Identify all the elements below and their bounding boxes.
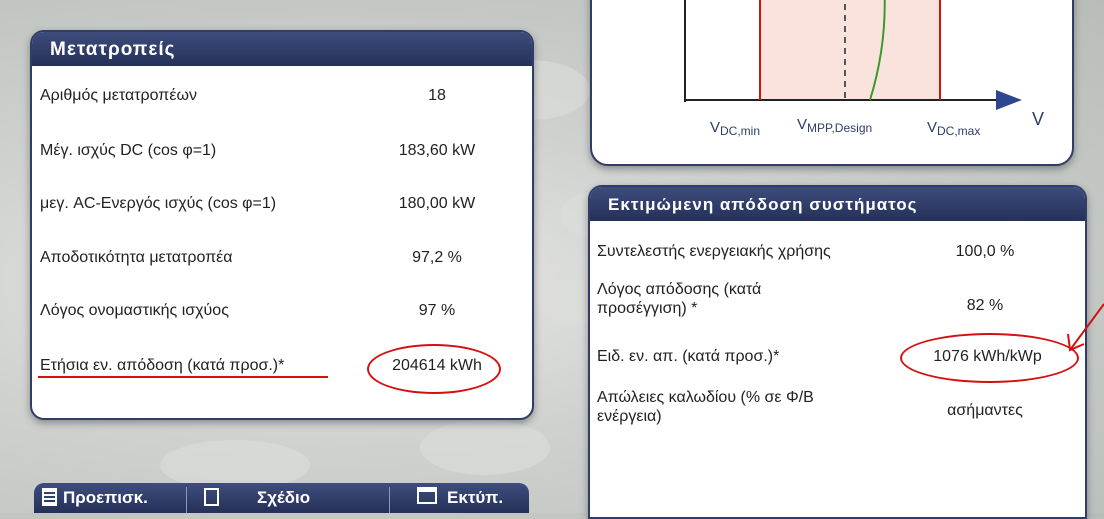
inverters-panel-title: Μετατροπείς [32,32,532,66]
background-stone [420,420,550,475]
row-label: Ετήσια εν. απόδοση (κατά προσ.)* [40,357,285,374]
axis-arrow-icon [996,90,1022,110]
bottom-toolbar: Προεπισκ. Σχέδιο Εκτύπ. [34,483,529,513]
row-value: ασήμαντες [947,402,1023,419]
document-icon [42,488,57,506]
row-label: Συντελεστής ενεργειακής χρήσης [597,243,831,260]
tick-label-vdc-max: VDC,max [927,119,980,138]
preview-button[interactable]: Προεπισκ. [42,483,148,513]
toolbar-divider [186,487,187,513]
row-value: 18 [428,87,446,104]
x-axis-label: V [1032,109,1044,129]
row-value: 183,60 kW [398,142,476,159]
page-icon [204,488,219,506]
red-arrow-annotation-icon [1067,303,1104,352]
row-value: 180,00 kW [398,195,476,212]
voltage-window-diagram: VDC,min VMPP,Design VDC,max V [684,0,1044,138]
printer-icon [417,487,437,504]
row-label: Λόγος ονομαστικής ισχύος [40,302,229,319]
voltage-diagram-panel: VDC,min VMPP,Design VDC,max V [590,0,1074,166]
row-label: Μέγ. ισχύς DC (cos φ=1) [40,142,217,159]
row-label: Αριθμός μετατροπέων [40,87,197,104]
row-value: 97 % [418,302,456,319]
red-circle-annotation [367,344,501,394]
performance-panel-title: Εκτιμώμενη απόδοση συστήματος [590,187,1085,221]
operating-range-band [760,0,940,100]
red-circle-annotation [900,333,1079,383]
red-underline-annotation [38,376,328,378]
row-label: Αποδοτικότητα μετατροπέα [40,249,233,266]
row-value: 82 % [966,297,1004,314]
row-label: Ειδ. εν. απ. (κατά προσ.)* [597,348,780,365]
row-value: 100,0 % [955,243,1015,260]
toolbar-divider [389,487,390,513]
tick-label-vdc-min: VDC,min [710,119,760,138]
row-label: μεγ. AC-Ενεργός ισχύς (cos φ=1) [40,195,277,212]
print-button[interactable]: Εκτύπ. [417,483,503,513]
row-value: 97,2 % [412,249,462,266]
tick-label-vmpp-design: VMPP,Design [797,116,872,135]
row-label: Λόγος απόδοσης (κατά προσέγγιση) * [597,281,762,317]
row-label: Απώλειες καλωδίου (% σε Φ/Β ενέργεια) [597,389,814,425]
design-button[interactable]: Σχέδιο [204,483,310,513]
